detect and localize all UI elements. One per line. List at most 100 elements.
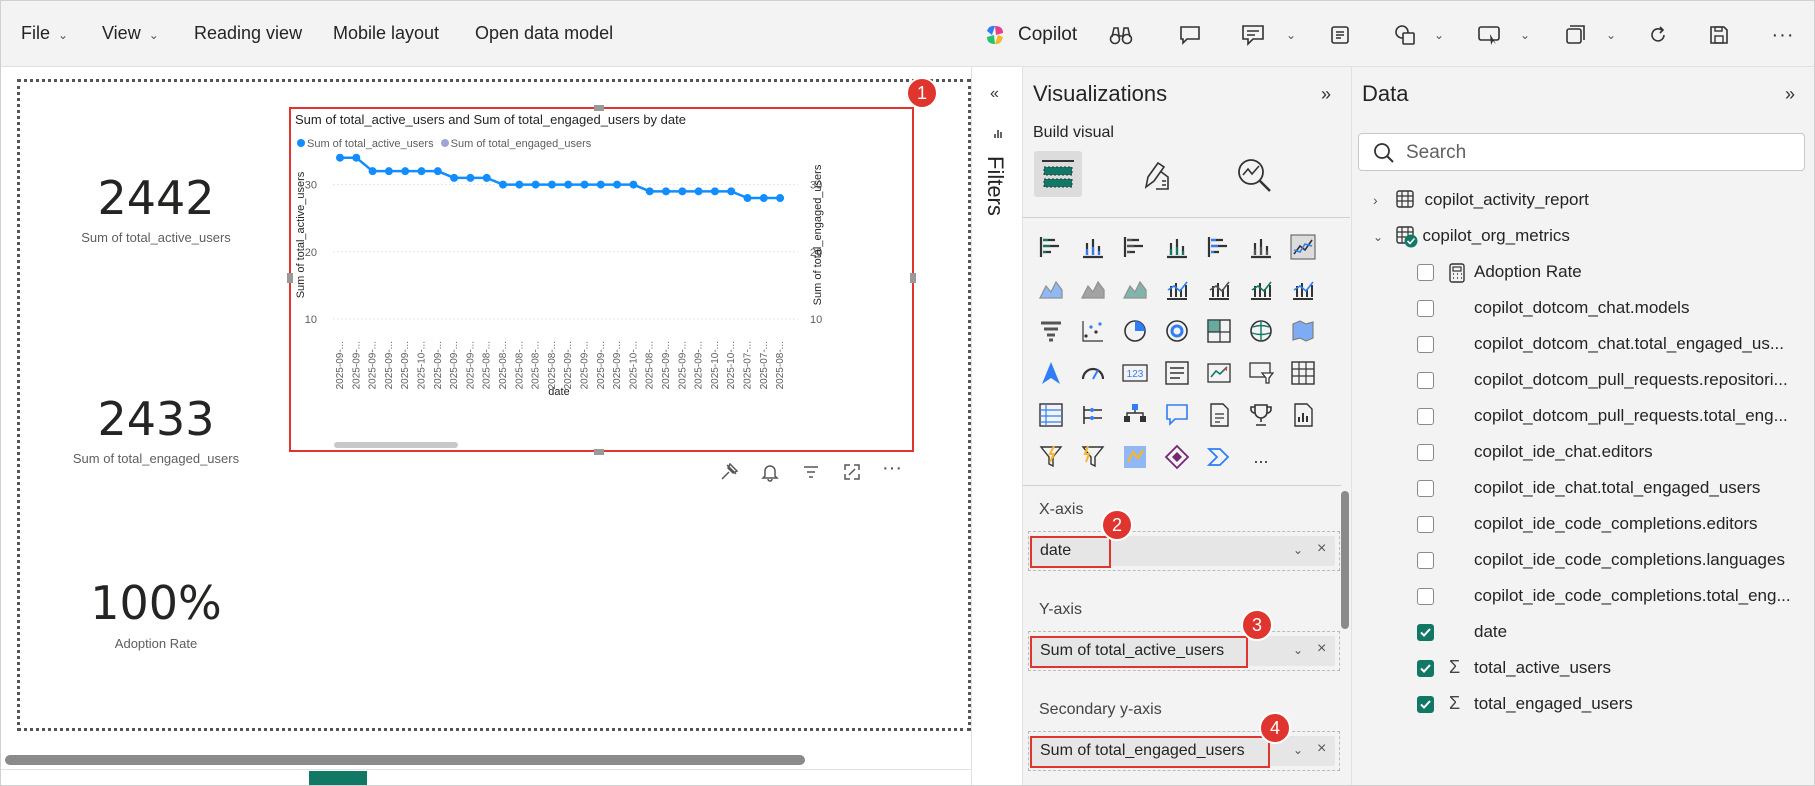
kpi-card-value[interactable]: 2433 — [46, 392, 266, 446]
field-checkbox[interactable] — [1417, 336, 1434, 353]
field-checkbox[interactable] — [1417, 516, 1434, 533]
clustered-column-chart-icon[interactable] — [1163, 233, 1191, 261]
scatter-chart-icon[interactable] — [1079, 317, 1107, 345]
search-input[interactable]: Search — [1358, 133, 1805, 171]
donut-chart-icon[interactable] — [1163, 317, 1191, 345]
chevron-down-icon[interactable]: ⌄ — [1293, 643, 1303, 657]
card-icon[interactable]: 123 — [1121, 359, 1149, 387]
file-menu[interactable]: File ⌄ — [21, 23, 68, 44]
more-options-icon[interactable]: ··· — [1769, 21, 1797, 49]
chevron-down-icon[interactable]: ⌄ — [1520, 28, 1530, 42]
stacked-bar-chart-icon[interactable] — [1037, 233, 1065, 261]
binoculars-icon[interactable] — [1107, 21, 1135, 49]
field-item-label[interactable]: date — [1474, 622, 1507, 642]
visual-gallery-icon[interactable] — [1561, 21, 1589, 49]
view-menu[interactable]: View ⌄ — [102, 23, 159, 44]
sparkline-visual-icon[interactable] — [1205, 443, 1233, 471]
gauge-icon[interactable] — [1079, 359, 1107, 387]
chevron-down-icon[interactable]: ⌄ — [1373, 230, 1391, 244]
field-item-label[interactable]: copilot_ide_code_completions.languages — [1474, 550, 1785, 570]
field-checkbox[interactable] — [1417, 300, 1434, 317]
line-chart-visual[interactable]: Sum of total_active_users and Sum of tot… — [289, 107, 914, 452]
line-and-clustered-column-chart-icon[interactable] — [1205, 275, 1233, 303]
arcgis-map-icon[interactable] — [1121, 443, 1149, 471]
chevron-down-icon[interactable]: ⌄ — [1293, 543, 1303, 557]
horizontal-scrollbar[interactable] — [5, 755, 805, 765]
expand-right-icon[interactable]: » — [1785, 84, 1795, 105]
save-icon[interactable] — [1705, 21, 1733, 49]
field-checkbox[interactable] — [1417, 624, 1434, 641]
field-checkbox[interactable] — [1417, 444, 1434, 461]
kpi-icon[interactable] — [1205, 359, 1233, 387]
field-checkbox[interactable] — [1417, 660, 1434, 677]
chevron-down-icon[interactable]: ⌄ — [1606, 28, 1616, 42]
100-stacked-area-chart-icon[interactable] — [1121, 275, 1149, 303]
field-item-label[interactable]: copilot_dotcom_pull_requests.repositori.… — [1474, 370, 1788, 390]
shapes-icon[interactable] — [1391, 21, 1419, 49]
chevron-down-icon[interactable]: ⌄ — [1434, 28, 1444, 42]
analytics-icon[interactable] — [1234, 155, 1274, 200]
waterfall-chart-icon[interactable] — [1289, 275, 1317, 303]
decomposition-tree-icon[interactable] — [1079, 401, 1107, 429]
field-item-label[interactable]: copilot_dotcom_chat.models — [1474, 298, 1689, 318]
field-checkbox[interactable] — [1417, 552, 1434, 569]
open-data-model-button[interactable]: Open data model — [475, 23, 613, 44]
remove-field-icon[interactable]: × — [1317, 640, 1326, 658]
fields-tab[interactable] — [1034, 151, 1082, 197]
resize-handle[interactable] — [287, 273, 293, 283]
field-item-label[interactable]: copilot_ide_chat.editors — [1474, 442, 1653, 462]
trophy-goals-icon[interactable] — [1247, 401, 1275, 429]
resize-handle[interactable] — [594, 449, 604, 455]
chevron-right-icon[interactable]: › — [1373, 192, 1391, 208]
mobile-layout-button[interactable]: Mobile layout — [333, 23, 439, 44]
ribbon-chart-icon[interactable] — [1247, 275, 1275, 303]
refresh-icon[interactable] — [1644, 21, 1672, 49]
field-checkbox[interactable] — [1417, 408, 1434, 425]
page-tab-active[interactable] — [309, 771, 367, 785]
focus-mode-icon[interactable] — [842, 462, 862, 487]
clustered-bar-chart-icon[interactable] — [1121, 233, 1149, 261]
kpi-card-value[interactable]: 100% — [46, 576, 266, 630]
stacked-area-chart-icon[interactable] — [1079, 275, 1107, 303]
stacked-column-chart-icon[interactable] — [1079, 233, 1107, 261]
field-item-label[interactable]: copilot_ide_code_completions.total_eng..… — [1474, 586, 1791, 606]
bell-icon[interactable] — [760, 462, 780, 487]
power-apps-icon[interactable] — [1037, 443, 1065, 471]
field-item-label[interactable]: total_active_users — [1474, 658, 1611, 678]
comment-icon[interactable] — [1176, 21, 1204, 49]
funnel-chart-icon[interactable] — [1037, 317, 1065, 345]
pie-chart-icon[interactable] — [1121, 317, 1149, 345]
field-item-label[interactable]: copilot_dotcom_pull_requests.total_eng..… — [1474, 406, 1788, 426]
field-checkbox[interactable] — [1417, 372, 1434, 389]
resize-handle[interactable] — [594, 105, 604, 111]
copilot-icon[interactable] — [983, 23, 1007, 47]
100-stacked-column-chart-icon[interactable] — [1247, 233, 1275, 261]
treemap-icon[interactable] — [1205, 317, 1233, 345]
azure-map-icon[interactable] — [1037, 359, 1065, 387]
filters-label[interactable]: Filters — [982, 156, 1008, 216]
map-icon[interactable] — [1247, 317, 1275, 345]
field-item-label[interactable]: copilot_dotcom_chat.total_engaged_us... — [1474, 334, 1784, 354]
more-visuals-icon[interactable]: ... — [1247, 443, 1275, 471]
table-node-copilot-activity-report[interactable]: › copilot_activity_report — [1373, 190, 1589, 210]
field-item-label[interactable]: total_engaged_users — [1474, 694, 1633, 714]
slicer-icon[interactable] — [1247, 359, 1275, 387]
chart-scrollbar[interactable] — [334, 442, 458, 448]
line-and-stacked-column-chart-icon[interactable] — [1163, 275, 1191, 303]
field-checkbox[interactable] — [1417, 480, 1434, 497]
field-item-label[interactable]: copilot_ide_chat.total_engaged_users — [1474, 478, 1760, 498]
kpi-card-value[interactable]: 2442 — [46, 171, 266, 225]
paginated-report-icon[interactable] — [1289, 401, 1317, 429]
area-chart-icon[interactable] — [1037, 275, 1065, 303]
field-checkbox[interactable] — [1417, 696, 1434, 713]
power-automate-icon[interactable] — [1079, 443, 1107, 471]
remove-field-icon[interactable]: × — [1317, 540, 1326, 558]
filled-map-icon[interactable] — [1289, 317, 1317, 345]
chevron-down-icon[interactable]: ⌄ — [1293, 743, 1303, 757]
multi-row-card-icon[interactable] — [1163, 359, 1191, 387]
100-stacked-bar-chart-icon[interactable] — [1205, 233, 1233, 261]
smart-narrative-icon[interactable] — [1239, 21, 1267, 49]
field-item-label[interactable]: copilot_ide_code_completions.editors — [1474, 514, 1758, 534]
field-checkbox[interactable] — [1417, 588, 1434, 605]
text-box-icon[interactable] — [1326, 21, 1354, 49]
